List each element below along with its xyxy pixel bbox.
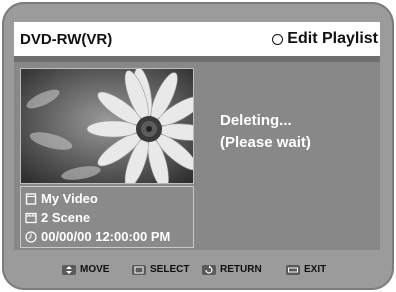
select-key-hint: SELECT (132, 264, 189, 275)
enter-icon (132, 264, 146, 275)
title-info-panel: My Video 2 Scene 00/00/00 12:00:00 PM (20, 186, 194, 248)
scene-row: 2 Scene (25, 210, 90, 225)
document-icon (25, 192, 37, 205)
status-line-1: Deleting... (220, 112, 292, 129)
divider (14, 56, 380, 62)
up-down-arrow-icon (62, 264, 76, 275)
move-label: MOVE (80, 264, 110, 275)
button-guide-bar: MOVE SELECT RETURN EXIT (14, 258, 380, 284)
status-message: Deleting... (Please wait) (220, 110, 311, 154)
return-label: RETURN (220, 264, 262, 275)
return-key-hint: RETURN (202, 264, 262, 275)
exit-key-hint: EXIT (286, 264, 326, 275)
return-arrow-icon (202, 264, 216, 275)
thumbnail-image (20, 68, 194, 184)
scene-count: 2 Scene (41, 210, 91, 225)
circle-icon (272, 33, 284, 45)
title-bar: DVD-RW(VR) Edit Playlist (14, 22, 380, 56)
flower-thumbnail (21, 69, 193, 183)
disc-type-label: DVD-RW(VR) (20, 30, 113, 48)
exit-icon (286, 264, 300, 275)
menu-title: Edit Playlist (272, 30, 378, 48)
recording-datetime: 00/00/00 12:00:00 PM (41, 229, 171, 244)
title-row: My Video (25, 191, 98, 206)
film-icon (25, 212, 37, 223)
exit-label: EXIT (304, 264, 327, 275)
select-label: SELECT (150, 264, 190, 275)
move-key-hint: MOVE (62, 264, 109, 275)
osd-screen: DVD-RW(VR) Edit Playlist My Video 2 Scen… (14, 22, 380, 250)
status-line-2: (Please wait) (220, 134, 311, 151)
clock-icon (25, 230, 37, 243)
title-name: My Video (41, 191, 98, 206)
menu-title-label: Edit Playlist (287, 30, 378, 47)
datetime-row: 00/00/00 12:00:00 PM (25, 229, 170, 244)
